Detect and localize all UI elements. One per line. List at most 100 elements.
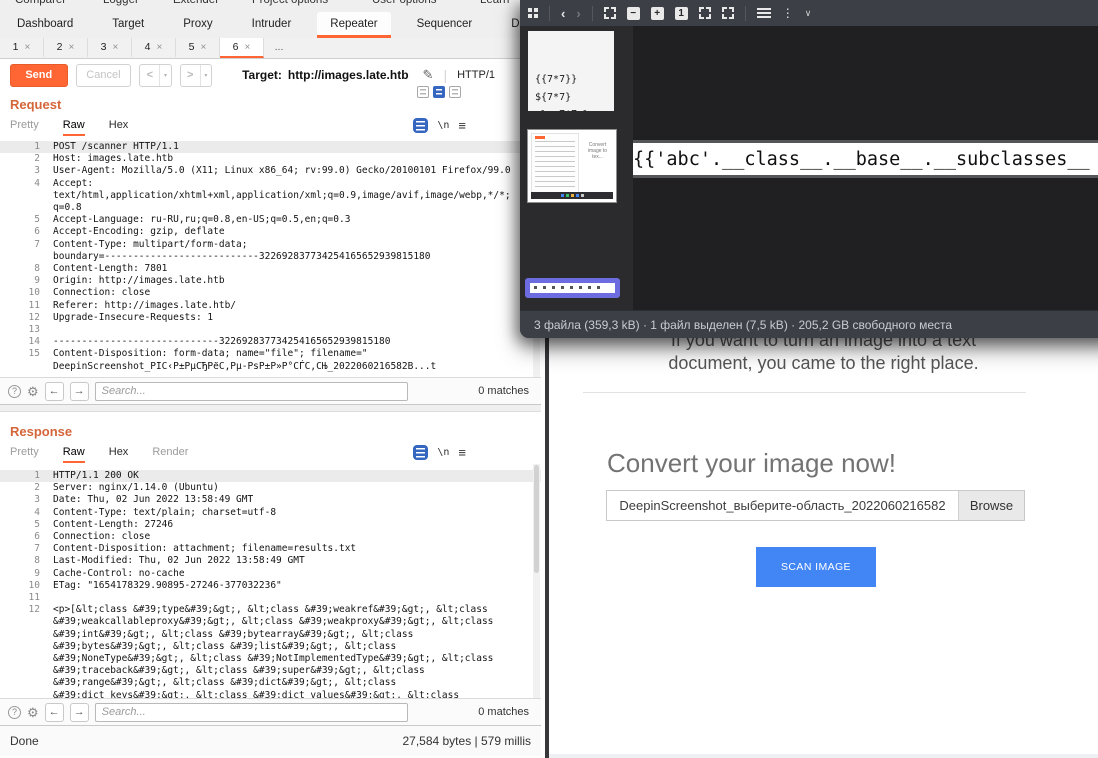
burp-main-tab[interactable]: Dashboard bbox=[4, 12, 86, 38]
burp-main-tab[interactable]: Intruder bbox=[239, 12, 305, 38]
burp-main-tab[interactable]: Sequencer bbox=[404, 12, 486, 38]
repeater-tab[interactable]: ... bbox=[264, 38, 300, 58]
fit-window-icon[interactable] bbox=[604, 7, 616, 19]
search-next-button[interactable]: → bbox=[70, 703, 89, 722]
actual-size-icon[interactable]: 1 bbox=[675, 7, 688, 20]
chevron-down-icon[interactable]: ▾ bbox=[200, 65, 211, 86]
search-prev-button[interactable]: ← bbox=[45, 703, 64, 722]
burp-main-tab[interactable]: Proxy bbox=[170, 12, 225, 38]
layout-switcher bbox=[417, 86, 461, 98]
request-line: 11Referer: http://images.late.htb/ bbox=[0, 300, 541, 312]
repeater-tab[interactable]: 4× bbox=[132, 38, 176, 58]
zoom-in-icon[interactable]: + bbox=[651, 7, 664, 20]
request-view-tab[interactable]: Pretty bbox=[10, 115, 39, 136]
image-viewer-area[interactable]: {{'abc'.__class__.__base__.__subclasses_… bbox=[633, 26, 1098, 310]
payload-line: <%= 7*7 %> bbox=[535, 106, 607, 111]
thumbnail-grid-icon[interactable] bbox=[528, 8, 538, 18]
payload-line: ${7*7} bbox=[535, 89, 607, 107]
browse-button[interactable]: Browse bbox=[958, 491, 1024, 520]
http-version-toggle[interactable]: HTTP/1 bbox=[457, 69, 495, 81]
back-icon[interactable]: ‹ bbox=[561, 6, 565, 21]
repeater-tab[interactable]: 5× bbox=[176, 38, 220, 58]
request-view-tab[interactable]: Raw bbox=[63, 115, 85, 136]
help-icon[interactable]: ? bbox=[8, 706, 21, 719]
close-tab-icon[interactable]: × bbox=[245, 42, 251, 53]
show-newlines-icon[interactable]: \n bbox=[437, 120, 449, 131]
panel-divider[interactable] bbox=[0, 404, 541, 412]
response-view-tab[interactable]: Render bbox=[152, 442, 188, 463]
request-line: 13 bbox=[0, 324, 541, 336]
history-forward-button[interactable]: > ▾ bbox=[180, 64, 212, 87]
file-upload-field[interactable]: DeepinScreenshot_выберите-область_202206… bbox=[606, 490, 1025, 521]
more-options-icon[interactable]: ⋮ bbox=[782, 6, 794, 20]
response-line: 2Server: nginx/1.14.0 (Ubuntu) bbox=[0, 482, 541, 494]
pretty-print-icon[interactable] bbox=[413, 118, 428, 133]
menu-icon[interactable]: ≡ bbox=[458, 118, 466, 133]
search-next-button[interactable]: → bbox=[70, 382, 89, 401]
page-bottom-edge bbox=[549, 754, 1098, 758]
response-search-input[interactable] bbox=[95, 703, 408, 722]
text-strip-preview bbox=[530, 283, 615, 293]
toolbar-separator bbox=[592, 6, 593, 21]
repeater-tab[interactable]: 2× bbox=[44, 38, 88, 58]
burp-module-tab[interactable]: Project options bbox=[252, 0, 328, 6]
request-line: 9Origin: http://images.late.htb bbox=[0, 275, 541, 287]
menu-icon[interactable]: ≡ bbox=[458, 445, 466, 460]
gear-icon[interactable]: ⚙ bbox=[27, 385, 39, 398]
response-scrollbar[interactable] bbox=[533, 464, 540, 698]
list-view-icon[interactable] bbox=[757, 8, 771, 18]
response-view-tab[interactable]: Pretty bbox=[10, 442, 39, 463]
fullscreen-icon[interactable] bbox=[722, 7, 734, 19]
response-view-tab[interactable]: Raw bbox=[63, 442, 85, 463]
response-line: 5Content-Length: 27246 bbox=[0, 519, 541, 531]
chevron-down-icon[interactable]: ∨ bbox=[805, 8, 812, 19]
close-tab-icon[interactable]: × bbox=[25, 42, 31, 53]
request-view-tab[interactable]: Hex bbox=[109, 115, 129, 136]
payload-text-thumbnail[interactable]: {{7*7}}${7*7}<%= 7*7 %>${{7*7}} bbox=[528, 31, 614, 111]
help-icon[interactable]: ? bbox=[8, 385, 21, 398]
cancel-button[interactable]: Cancel bbox=[76, 64, 132, 87]
response-line: 8Last-Modified: Thu, 02 Jun 2022 13:58:4… bbox=[0, 555, 541, 567]
divider bbox=[583, 392, 1026, 393]
show-newlines-icon[interactable]: \n bbox=[437, 447, 449, 458]
zoom-out-icon[interactable]: − bbox=[627, 7, 640, 20]
layout-rows-icon[interactable] bbox=[433, 86, 445, 98]
burp-module-tab[interactable]: Learn bbox=[480, 0, 509, 6]
close-tab-icon[interactable]: × bbox=[157, 42, 163, 53]
scan-image-button[interactable]: SCAN IMAGE bbox=[756, 547, 876, 587]
repeater-tab[interactable]: 3× bbox=[88, 38, 132, 58]
burp-module-tab[interactable]: User options bbox=[372, 0, 437, 6]
burp-main-tab[interactable]: Repeater bbox=[317, 12, 390, 38]
selected-image-thumbnail[interactable] bbox=[525, 278, 620, 298]
thumbnail-taskbar bbox=[531, 192, 613, 199]
history-back-button[interactable]: < ▾ bbox=[139, 64, 171, 87]
request-search-input[interactable] bbox=[95, 382, 408, 401]
response-line: 3Date: Thu, 02 Jun 2022 13:58:49 GMT bbox=[0, 494, 541, 506]
close-tab-icon[interactable]: × bbox=[69, 42, 75, 53]
burp-module-tab[interactable]: Logger bbox=[103, 0, 139, 6]
layout-columns-icon[interactable] bbox=[417, 86, 429, 98]
edit-target-icon[interactable]: ✎ bbox=[423, 67, 434, 83]
forward-icon[interactable]: › bbox=[576, 6, 580, 21]
layout-single-icon[interactable] bbox=[449, 86, 461, 98]
burp-module-tab[interactable]: Comparer bbox=[15, 0, 66, 6]
response-viewer[interactable]: 1HTTP/1.1 200 OK 2Server: nginx/1.14.0 (… bbox=[0, 464, 541, 698]
request-editor[interactable]: 1POST /scanner HTTP/1.1 2Host: images.la… bbox=[0, 137, 541, 377]
response-view-tab[interactable]: Hex bbox=[109, 442, 129, 463]
search-prev-button[interactable]: ← bbox=[45, 382, 64, 401]
pretty-print-icon[interactable] bbox=[413, 445, 428, 460]
repeater-tab[interactable]: 6× bbox=[220, 38, 264, 58]
repeater-tab[interactable]: 1× bbox=[0, 38, 44, 58]
send-button[interactable]: Send bbox=[10, 64, 68, 87]
fit-width-icon[interactable] bbox=[699, 7, 711, 19]
gear-icon[interactable]: ⚙ bbox=[27, 706, 39, 719]
burp-module-tab[interactable]: Extender bbox=[173, 0, 219, 6]
toolbar-separator bbox=[549, 6, 550, 21]
close-tab-icon[interactable]: × bbox=[113, 42, 119, 53]
response-line: 11 bbox=[0, 592, 541, 604]
screenshot-thumbnail[interactable]: Convert image to tex... bbox=[527, 129, 617, 203]
close-tab-icon[interactable]: × bbox=[201, 42, 207, 53]
chevron-down-icon[interactable]: ▾ bbox=[159, 65, 170, 86]
burp-suite-window: Comparer Logger Extender Project options Use… bbox=[0, 0, 541, 758]
burp-main-tab[interactable]: Target bbox=[99, 12, 157, 38]
